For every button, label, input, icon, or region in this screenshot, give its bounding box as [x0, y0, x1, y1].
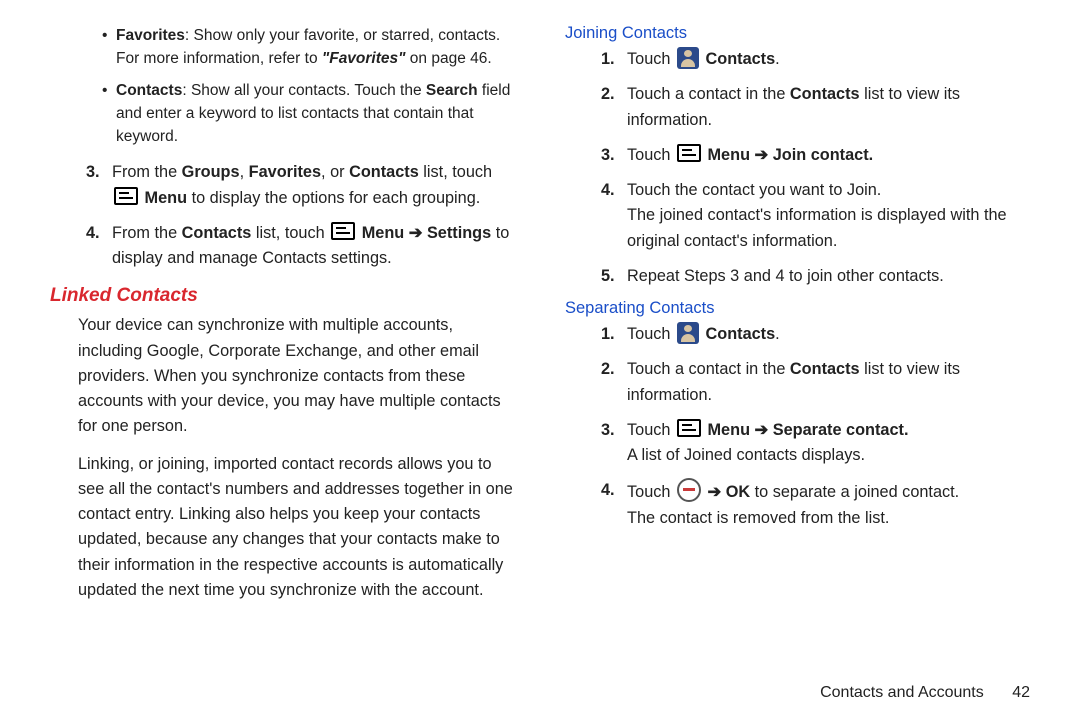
- step-number: 3.: [86, 160, 100, 185]
- step-number: 1.: [601, 322, 615, 347]
- paragraph: Your device can synchronize with multipl…: [50, 313, 515, 439]
- bullet-contacts: Contacts: Show all your contacts. Touch …: [116, 79, 515, 149]
- join-steps: 1. Touch Contacts. 2. Touch a contact in…: [565, 47, 1030, 289]
- page-number: 42: [1012, 684, 1030, 702]
- heading-joining: Joining Contacts: [565, 24, 1030, 43]
- step-number: 5.: [601, 264, 615, 289]
- contacts-icon: [677, 322, 699, 344]
- remove-icon: [677, 478, 701, 502]
- join-step-1: 1. Touch Contacts.: [607, 47, 1030, 72]
- arrow-icon: ➔: [409, 224, 423, 242]
- step-number: 1.: [601, 47, 615, 72]
- right-column: Joining Contacts 1. Touch Contacts. 2. T…: [545, 24, 1040, 700]
- sep-step-1: 1. Touch Contacts.: [607, 322, 1030, 347]
- step-4: 4. From the Contacts list, touch Menu ➔ …: [92, 221, 515, 272]
- join-step-3: 3. Touch Menu ➔ Join contact.: [607, 143, 1030, 168]
- heading-linked-contacts: Linked Contacts: [50, 285, 515, 307]
- menu-icon: [331, 222, 355, 240]
- label: Favorites: [116, 27, 185, 44]
- separate-steps: 1. Touch Contacts. 2. Touch a contact in…: [565, 322, 1030, 531]
- sep-step-3: 3. Touch Menu ➔ Separate contact. A list…: [607, 418, 1030, 469]
- step-number: 2.: [601, 82, 615, 107]
- arrow-icon: ➔: [755, 421, 769, 439]
- label: Contacts: [116, 82, 182, 99]
- heading-separating: Separating Contacts: [565, 299, 1030, 318]
- bullet-list: Favorites: Show only your favorite, or s…: [50, 24, 515, 148]
- step-number: 4.: [86, 221, 100, 246]
- step-3: 3. From the Groups, Favorites, or Contac…: [92, 160, 515, 211]
- join-step-2: 2. Touch a contact in the Contacts list …: [607, 82, 1030, 133]
- contacts-icon: [677, 47, 699, 69]
- paragraph: Linking, or joining, imported contact re…: [50, 452, 515, 604]
- menu-icon: [114, 187, 138, 205]
- sep-step-2: 2. Touch a contact in the Contacts list …: [607, 357, 1030, 408]
- left-column: Favorites: Show only your favorite, or s…: [50, 24, 545, 700]
- join-step-5: 5. Repeat Steps 3 and 4 to join other co…: [607, 264, 1030, 289]
- arrow-icon: ➔: [755, 146, 769, 164]
- step-list-left: 3. From the Groups, Favorites, or Contac…: [50, 160, 515, 271]
- bullet-favorites: Favorites: Show only your favorite, or s…: [116, 24, 515, 71]
- page-footer: Contacts and Accounts 42: [820, 684, 1030, 702]
- manual-page: Favorites: Show only your favorite, or s…: [0, 0, 1080, 720]
- footer-section: Contacts and Accounts: [820, 684, 984, 701]
- step-number: 4.: [601, 478, 615, 503]
- step-number: 4.: [601, 178, 615, 203]
- menu-icon: [677, 144, 701, 162]
- step-number: 3.: [601, 143, 615, 168]
- menu-icon: [677, 419, 701, 437]
- step-number: 2.: [601, 357, 615, 382]
- step-number: 3.: [601, 418, 615, 443]
- join-step-4: 4. Touch the contact you want to Join. T…: [607, 178, 1030, 254]
- arrow-icon: ➔: [708, 483, 722, 501]
- sep-step-4: 4. Touch ➔ OK to separate a joined conta…: [607, 478, 1030, 531]
